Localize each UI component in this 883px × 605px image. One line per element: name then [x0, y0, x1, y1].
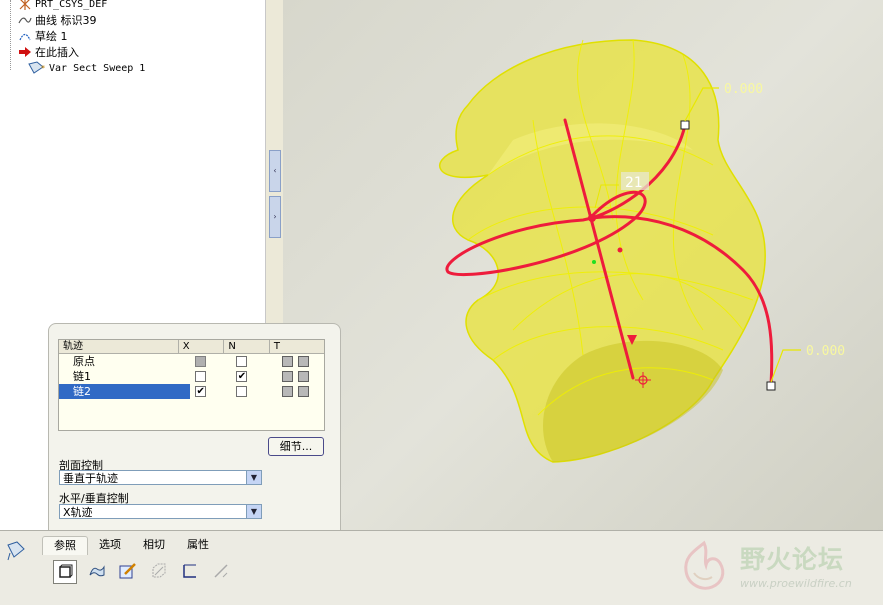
row-name: 原点	[73, 355, 95, 368]
trajectory-table: 轨迹 X N T 原点 链1 ✔ 链2 ✔	[58, 339, 325, 431]
t-button[interactable]	[297, 371, 309, 382]
surface-icon[interactable]	[86, 560, 108, 582]
bottom-dimension[interactable]: 0.000	[806, 344, 845, 359]
reparam-icon[interactable]	[210, 560, 232, 582]
table-row[interactable]: 原点	[59, 354, 324, 369]
top-dimension[interactable]: 0.000	[724, 82, 763, 97]
dashboard-tools	[53, 560, 241, 584]
row-name: 链2	[59, 384, 191, 399]
tab-options[interactable]: 选项	[88, 536, 132, 554]
chevron-down-icon[interactable]: ▼	[246, 505, 261, 518]
n-checkbox[interactable]: ✔	[236, 371, 248, 382]
bottom-endpoint-handle[interactable]	[766, 381, 776, 391]
sketch-section-icon[interactable]	[117, 560, 139, 582]
thicken-icon[interactable]	[179, 560, 201, 582]
bottom-leader	[770, 349, 801, 383]
header-x: X	[179, 340, 225, 353]
tree-item-curve[interactable]: 曲线 标识39	[18, 12, 97, 28]
tree-item-label: 在此插入	[35, 46, 79, 59]
references-panel: 轨迹 X N T 原点 链1 ✔ 链2 ✔ 细节... 剖面控制 垂直于轨迹 ▼	[48, 323, 341, 535]
tree-item-label: Var Sect Sweep 1	[49, 62, 146, 74]
t-button[interactable]	[297, 356, 309, 367]
header-trajectory: 轨迹	[59, 340, 179, 353]
tree-item-var-sect-sweep[interactable]: * Var Sect Sweep 1	[28, 60, 145, 76]
header-t: T	[273, 341, 280, 352]
table-row[interactable]: 链1 ✔	[59, 369, 324, 384]
x-checkbox[interactable]: ✔	[195, 386, 207, 397]
table-header: 轨迹 X N T	[59, 340, 324, 354]
svg-text:*: *	[41, 64, 45, 73]
collapse-left-button[interactable]: ‹	[269, 150, 281, 192]
n-checkbox[interactable]	[236, 386, 248, 397]
var-sect-sweep-icon: *	[28, 61, 46, 75]
tab-properties[interactable]: 属性	[176, 536, 220, 554]
sweep-model: 0.000 0.000 21	[439, 39, 845, 463]
tab-tangency[interactable]: 相切	[132, 536, 176, 554]
x-checkbox[interactable]	[195, 371, 207, 382]
chevron-down-icon[interactable]: ▼	[246, 471, 261, 484]
dashboard-tabs: 参照 选项 相切 属性	[42, 536, 220, 555]
hv-control-value: X轨迹	[63, 506, 93, 519]
flame-logo-icon	[684, 540, 725, 590]
tree-item-sketch[interactable]: 草绘 1	[18, 28, 68, 44]
watermark-title: 野火论坛	[740, 545, 845, 574]
top-endpoint-handle[interactable]	[680, 120, 690, 130]
forum-watermark: 野火论坛 www.proewildfire.cn	[672, 535, 882, 601]
sketch-icon	[18, 29, 32, 43]
start-point	[588, 214, 596, 222]
watermark-url: www.proewildfire.cn	[740, 577, 852, 590]
t-button[interactable]	[297, 386, 309, 397]
x-checkbox[interactable]	[195, 356, 207, 367]
tab-references[interactable]: 参照	[42, 536, 88, 555]
csys-icon	[18, 0, 32, 11]
tree-connector	[10, 0, 12, 70]
solid-icon[interactable]	[53, 560, 77, 584]
expand-right-button[interactable]: ›	[269, 196, 281, 238]
remove-material-icon[interactable]	[148, 560, 170, 582]
t-button[interactable]	[281, 356, 293, 367]
t-button[interactable]	[281, 371, 293, 382]
tree-item-insert-here[interactable]: 在此插入	[18, 44, 79, 60]
table-row-selected[interactable]: 链2 ✔	[59, 384, 324, 399]
var-sect-sweep-icon	[6, 541, 26, 561]
section-control-value: 垂直于轨迹	[63, 472, 118, 485]
tree-item-label: PRT_CSYS_DEF	[35, 0, 108, 10]
section-tag[interactable]: 21	[625, 175, 643, 191]
curve-icon	[18, 13, 32, 27]
details-button[interactable]: 细节...	[268, 437, 324, 456]
tree-item-label: 草绘 1	[35, 30, 68, 43]
tree-item-label: 曲线 标识39	[35, 14, 97, 27]
n-checkbox[interactable]	[236, 356, 248, 367]
row-name: 链1	[73, 370, 91, 383]
section-point	[617, 247, 623, 253]
origin-point	[592, 260, 596, 264]
section-control-select[interactable]: 垂直于轨迹 ▼	[59, 470, 262, 485]
t-button[interactable]	[281, 386, 293, 397]
hv-control-select[interactable]: X轨迹 ▼	[59, 504, 262, 519]
insert-arrow-icon	[18, 45, 32, 59]
graphics-window[interactable]: 0.000 0.000 21	[283, 0, 883, 535]
header-n: N	[224, 340, 270, 353]
tree-item-csys[interactable]: PRT_CSYS_DEF	[18, 0, 107, 12]
